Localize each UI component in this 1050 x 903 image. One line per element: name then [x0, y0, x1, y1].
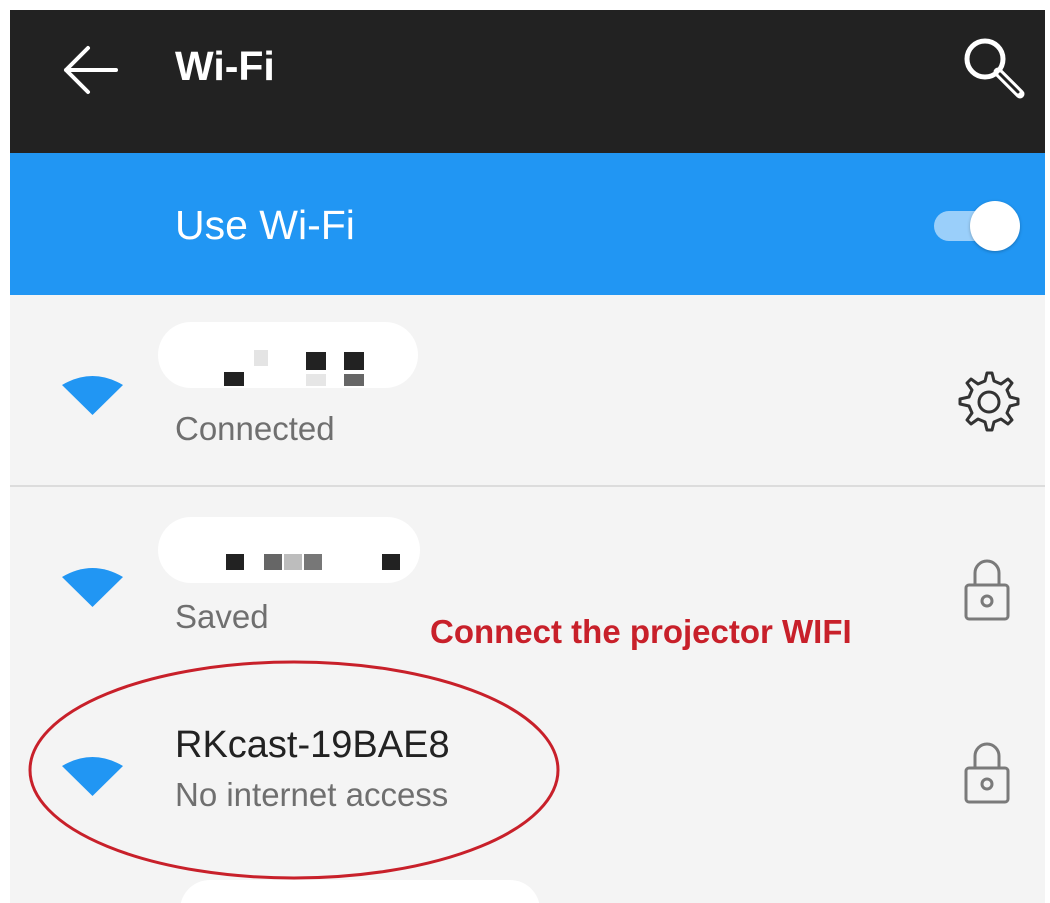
search-icon[interactable]	[958, 32, 1028, 102]
wifi-signal-icon	[62, 376, 123, 415]
redacted-next-network	[180, 880, 540, 903]
redacted-ssid	[158, 517, 420, 583]
use-wifi-row[interactable]: Use Wi-Fi	[10, 153, 1045, 295]
gear-icon[interactable]	[958, 371, 1020, 433]
lock-icon	[964, 742, 1010, 804]
wifi-signal-icon	[62, 568, 123, 607]
redacted-ssid	[158, 322, 418, 388]
annotation-label: Connect the projector WIFI	[430, 613, 852, 650]
switch-thumb	[970, 201, 1020, 251]
use-wifi-label: Use Wi-Fi	[175, 202, 355, 248]
wifi-toggle-switch[interactable]	[932, 199, 1022, 253]
page-title: Wi-Fi	[175, 43, 275, 89]
lock-icon	[964, 559, 1010, 621]
network-status: Connected	[175, 410, 335, 447]
annotation-ellipse	[28, 660, 560, 880]
arrow-left-icon[interactable]	[60, 44, 120, 96]
app-bar: Wi-Fi	[10, 10, 1045, 153]
network-row-connected[interactable]: Connected	[10, 295, 1045, 485]
network-status: Saved	[175, 598, 269, 635]
wifi-settings-screen: Wi-Fi Use Wi-Fi Connected Saved Connect …	[10, 10, 1045, 903]
